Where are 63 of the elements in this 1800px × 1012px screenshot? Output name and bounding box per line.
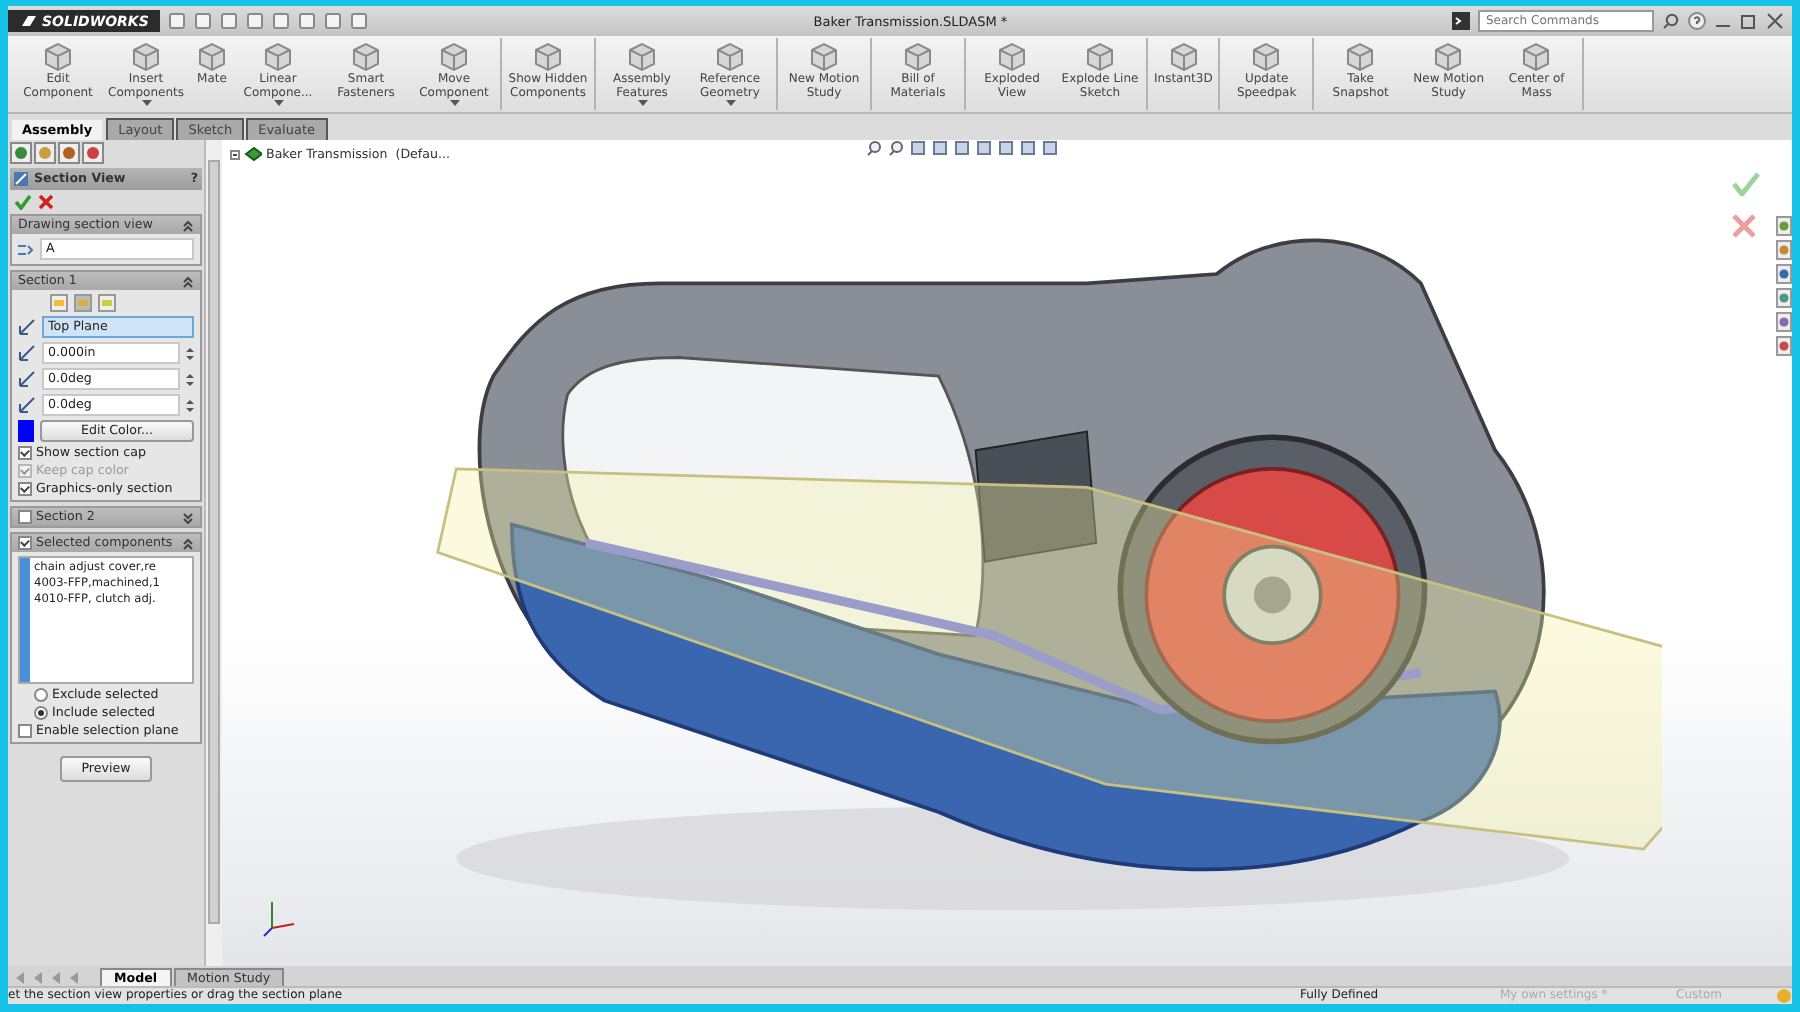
configuration-manager-icon[interactable] [58,142,80,164]
cube-icon [40,40,76,72]
terminal-icon [1452,12,1470,30]
cube-icon [806,40,842,72]
plane-icon[interactable] [50,294,68,312]
search-icon[interactable] [1662,12,1680,30]
cube-icon [260,40,296,72]
cube-icon [712,40,748,72]
zoom-fit-icon[interactable] [866,140,882,156]
cube-icon [900,40,936,72]
check-icon[interactable] [14,194,32,210]
lightning-icon[interactable] [98,294,116,312]
cube-icon [1518,40,1555,72]
cube-icon [1165,40,1202,72]
cancel-cross-icon[interactable] [1732,214,1756,238]
label-icon [18,241,34,257]
scrollbar[interactable] [204,140,222,966]
task-pane-icon[interactable] [1776,264,1792,284]
assembly-icon [244,146,262,162]
checkbox[interactable] [18,446,32,460]
task-pane-icon[interactable] [1776,336,1792,356]
checkbox[interactable] [18,482,32,496]
cube-icon [348,40,384,72]
expand-icon[interactable] [182,511,194,523]
collapse-icon[interactable] [182,275,194,287]
cube-icon [1430,40,1467,72]
color-swatch [18,420,34,442]
checkbox[interactable] [18,510,32,524]
cube-icon [994,40,1030,72]
zoom-area-icon[interactable] [888,140,904,156]
property-manager-icon[interactable] [34,142,56,164]
cube-icon [436,40,472,72]
cube-icon [530,40,566,72]
collapse-icon[interactable] [182,219,194,231]
close-icon[interactable] [1766,12,1784,30]
checkbox[interactable] [18,724,32,738]
expand-icon[interactable] [230,149,240,159]
confirm-check-icon[interactable] [1732,172,1760,196]
cube-icon [128,40,164,72]
reverse-direction-icon [18,318,36,336]
collapse-icon[interactable] [182,537,194,549]
task-pane-icon[interactable] [1776,288,1792,308]
restore-icon[interactable] [1740,12,1758,30]
radio-button[interactable] [34,688,48,702]
radio-button[interactable] [34,706,48,720]
cube-icon [1342,40,1379,72]
feature-manager-icon[interactable] [10,142,32,164]
section-view-icon [14,172,28,186]
task-pane-icon[interactable] [1776,216,1792,236]
checkbox[interactable] [18,536,32,550]
spin-icon[interactable] [186,371,194,387]
cube-icon [194,40,230,72]
help-icon[interactable] [1688,12,1706,30]
cube-icon [624,40,660,72]
task-pane-icon[interactable] [1776,240,1792,260]
ds-logo-icon [20,14,38,28]
cube-icon [1248,40,1285,72]
triad-icon [262,898,298,938]
spin-icon[interactable] [186,397,194,413]
cross-icon[interactable] [38,194,54,210]
task-pane-icon[interactable] [1776,312,1792,332]
cube-icon [1082,40,1118,72]
spin-icon[interactable] [186,345,194,361]
